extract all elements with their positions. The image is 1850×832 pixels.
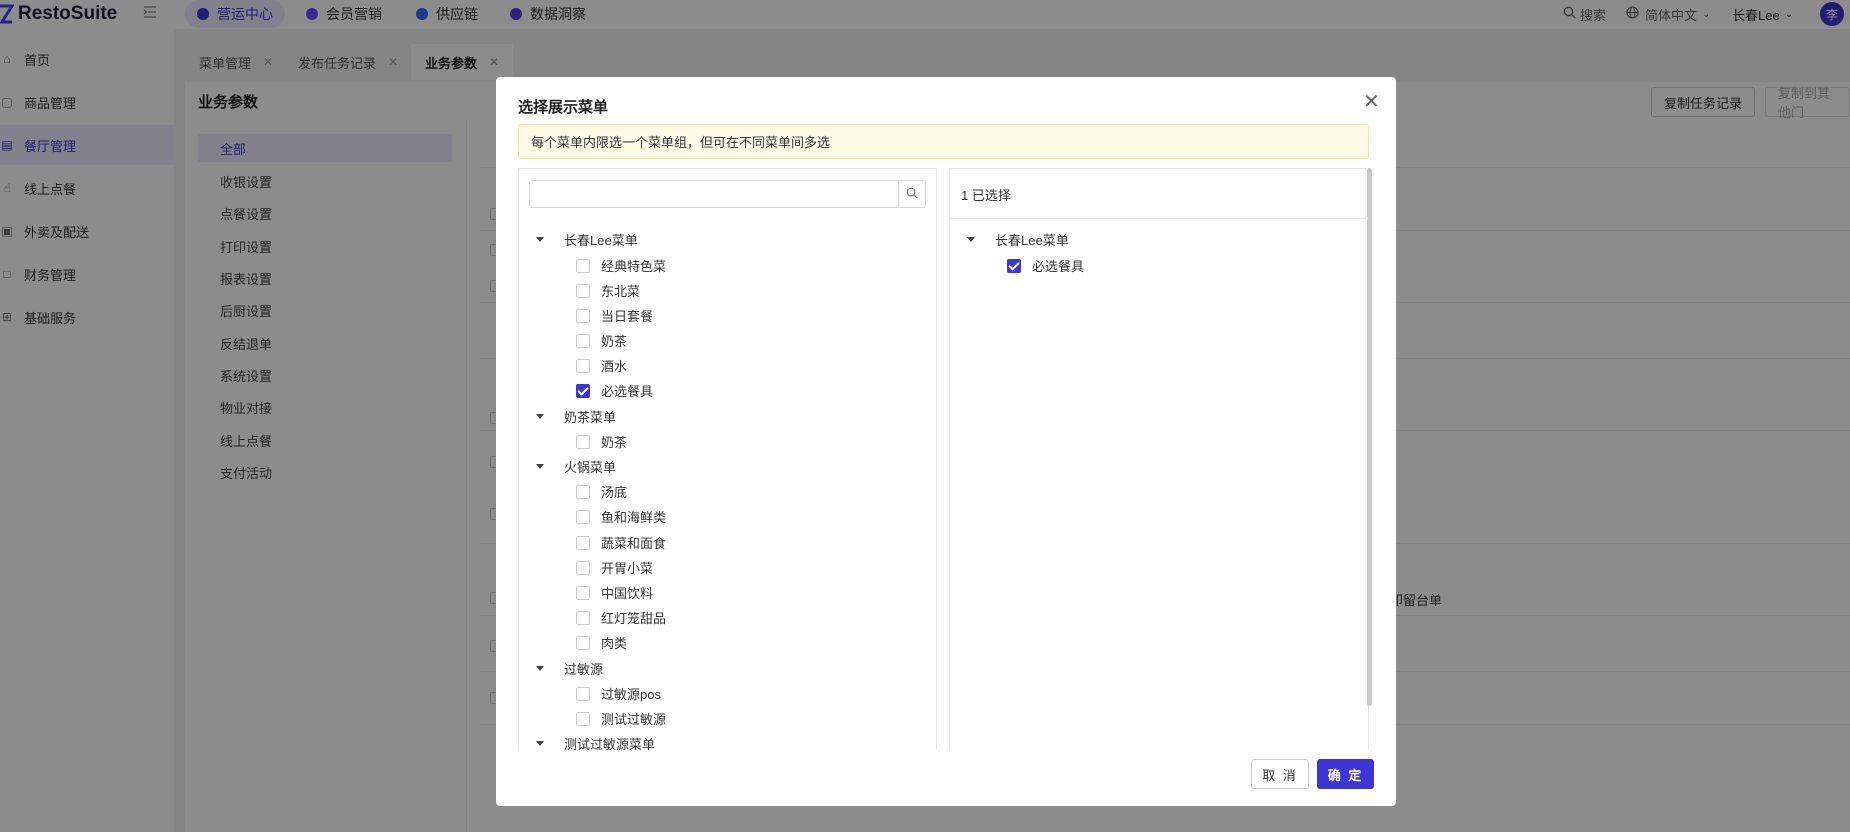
tree-node-leaf[interactable]: 过敏源pos: [576, 681, 661, 706]
caret-down-icon[interactable]: [536, 237, 544, 242]
tree-node-leaf[interactable]: 奶茶: [576, 328, 627, 353]
checkbox[interactable]: [576, 358, 590, 373]
search-button[interactable]: [898, 180, 926, 208]
checkbox[interactable]: [576, 686, 590, 701]
checkbox[interactable]: [576, 535, 590, 550]
search-icon: [906, 186, 918, 202]
checkbox[interactable]: [576, 585, 590, 600]
tree-node-leaf[interactable]: 汤底: [576, 479, 627, 504]
tree-node-label: 过敏源pos: [601, 687, 661, 702]
caret-down-icon[interactable]: [536, 666, 544, 671]
tree-node-leaf[interactable]: 红灯笼甜品: [576, 605, 666, 630]
caret-down-icon[interactable]: [536, 414, 544, 419]
checkbox[interactable]: [576, 283, 590, 298]
tree-node-label: 鱼和海鲜类: [601, 510, 667, 525]
selected-tree-leaf[interactable]: 必选餐具: [1007, 253, 1084, 278]
checkbox[interactable]: [576, 484, 590, 499]
tree-node-label: 奶茶菜单: [564, 410, 617, 425]
tree-node-label: 蔬菜和面食: [601, 536, 667, 551]
tree-node-leaf[interactable]: 开胃小菜: [576, 555, 653, 580]
tree-node-group[interactable]: 过敏源: [536, 656, 603, 681]
checkbox[interactable]: [576, 434, 590, 449]
tree-node-label: 测试过敏源菜单: [564, 737, 656, 750]
tree-node-label: 东北菜: [601, 284, 641, 299]
checkbox[interactable]: [576, 308, 590, 323]
tree-node-label: 长春Lee菜单: [995, 233, 1069, 248]
caret-down-icon[interactable]: [967, 237, 975, 242]
tree-node-label: 火锅菜单: [564, 460, 617, 475]
cancel-button[interactable]: 取 消: [1251, 759, 1309, 789]
tree-node-leaf[interactable]: 鱼和海鲜类: [576, 504, 666, 529]
selected-tree-group[interactable]: 长春Lee菜单: [967, 227, 1069, 252]
checkbox[interactable]: [576, 711, 590, 726]
tree-node-group[interactable]: 火锅菜单: [536, 454, 616, 479]
tree-node-leaf[interactable]: 奶茶: [576, 429, 627, 454]
confirm-button[interactable]: 确 定: [1317, 759, 1374, 789]
tree-node-leaf[interactable]: 蔬菜和面食: [576, 530, 666, 555]
tree-node-leaf[interactable]: 中国饮料: [576, 580, 653, 605]
tree-node-leaf[interactable]: 东北菜: [576, 278, 640, 303]
checkbox[interactable]: [576, 635, 590, 650]
tree-node-label: 当日套餐: [601, 309, 654, 324]
tree-node-label: 开胃小菜: [601, 561, 654, 576]
checkbox[interactable]: [576, 333, 590, 348]
scrollbar[interactable]: [1367, 168, 1372, 706]
tree-node-label: 过敏源: [564, 662, 604, 677]
tree-node-label: 奶茶: [601, 334, 628, 349]
tree-node-leaf[interactable]: 经典特色菜: [576, 253, 666, 278]
caret-down-icon[interactable]: [536, 741, 544, 746]
checkbox-checked[interactable]: [576, 383, 590, 398]
search-input[interactable]: [529, 180, 899, 208]
selected-count: 1 已选择: [961, 188, 1011, 203]
tree-node-leaf[interactable]: 当日套餐: [576, 303, 653, 328]
checkbox[interactable]: [576, 560, 590, 575]
checkbox[interactable]: [576, 610, 590, 625]
tree-node-label: 经典特色菜: [601, 259, 667, 274]
dialog-title: 选择展示菜单: [518, 99, 609, 116]
tree-node-label: 中国饮料: [601, 586, 654, 601]
tree-node-leaf[interactable]: 测试过敏源: [576, 706, 666, 731]
checkbox[interactable]: [576, 509, 590, 524]
tree-node-label: 红灯笼甜品: [601, 611, 667, 626]
tree-node-label: 测试过敏源: [601, 712, 667, 727]
tree-node-label: 必选餐具: [1032, 259, 1085, 274]
tree-node-leaf[interactable]: 必选餐具: [576, 378, 653, 403]
checkbox-checked[interactable]: [1007, 258, 1021, 273]
tree-node-leaf[interactable]: 酒水: [576, 353, 627, 378]
tree-node-label: 必选餐具: [601, 384, 654, 399]
close-icon[interactable]: ✕: [1363, 92, 1380, 112]
tree-node-group[interactable]: 测试过敏源菜单: [536, 731, 655, 750]
tree-clip: 测试过敏源菜单: [519, 730, 936, 750]
notice-banner: 每个菜单内限选一个菜单组，但可在不同菜单间多选: [518, 124, 1369, 159]
checkbox[interactable]: [576, 258, 590, 273]
panel-divider: [950, 218, 1368, 219]
tree-node-label: 长春Lee菜单: [564, 233, 638, 248]
tree-node-group[interactable]: 长春Lee菜单: [536, 227, 638, 252]
caret-down-icon[interactable]: [536, 464, 544, 469]
tree-node-label: 汤底: [601, 485, 628, 500]
tree-node-leaf[interactable]: 肉类: [576, 630, 627, 655]
tree-node-label: 肉类: [601, 636, 628, 651]
tree-node-label: 奶茶: [601, 435, 628, 450]
tree-node-group[interactable]: 奶茶菜单: [536, 404, 616, 429]
tree-node-label: 酒水: [601, 359, 628, 374]
